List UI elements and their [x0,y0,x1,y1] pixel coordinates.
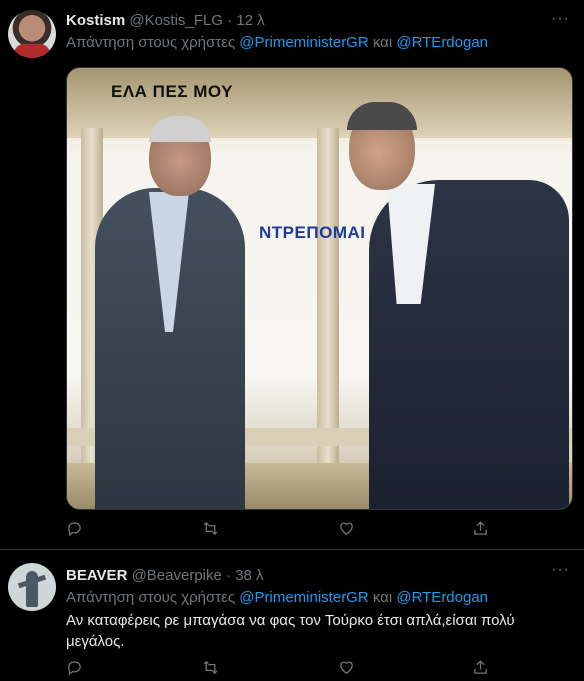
retweet-icon[interactable] [202,520,222,540]
author-handle[interactable]: @Kostis_FLG [129,12,223,29]
mention-link[interactable]: @RTErdogan [396,34,488,51]
tweet-text: Αν καταφέρεις ρε μπαγάσα να φας τον Τούρ… [66,612,515,650]
more-options-icon[interactable]: ··· [551,561,570,579]
image-window-frame [317,128,339,509]
more-options-icon[interactable]: ··· [551,10,570,28]
separator-dot: · [226,567,232,584]
author-handle[interactable]: @Beaverpike [132,567,222,584]
mention-link[interactable]: @RTErdogan [396,589,488,606]
reply-prefix: Απάντηση στους χρήστες [66,589,236,606]
mention-link[interactable]: @PrimeministerGR [239,589,368,606]
tweet-time[interactable]: 12 λ [236,12,264,29]
image-caption-top: ΕΛΑ ΠΕΣ ΜΟΥ [111,82,233,101]
author-name[interactable]: BEAVER [66,567,127,584]
reply-icon[interactable] [66,659,86,679]
reply-icon[interactable] [66,520,86,540]
tweet-image[interactable]: ΕΛΑ ΠΕΣ ΜΟΥ ΝΤΡΕΠΟΜΑΙ [66,67,573,510]
tweet-actions [66,659,496,679]
reply-prefix: Απάντηση στους χρήστες [66,34,236,51]
separator-dot: · [227,12,233,29]
like-icon[interactable] [338,520,358,540]
like-icon[interactable] [338,659,358,679]
reply-context: Απάντηση στους χρήστες @PrimeministerGR … [66,589,488,606]
tweet-2[interactable]: BEAVER @Beaverpike · 38 λ ··· Απάντηση σ… [0,551,584,676]
tweet-time[interactable]: 38 λ [235,567,263,584]
image-caption-middle: ΝΤΡΕΠΟΜΑΙ [259,223,366,242]
tweet-1[interactable]: Kostism @Kostis_FLG · 12 λ ··· Απάντηση … [0,0,584,550]
reply-and: και [372,34,393,51]
share-icon[interactable] [472,520,492,540]
retweet-icon[interactable] [202,659,222,679]
tweet-actions [66,520,496,540]
share-icon[interactable] [472,659,492,679]
reply-and: και [372,589,393,606]
tweet-divider [0,549,584,550]
reply-context: Απάντηση στους χρήστες @PrimeministerGR … [66,34,488,51]
avatar-kostism[interactable] [8,10,56,58]
tweet-header: BEAVER @Beaverpike · 38 λ [66,567,264,584]
tweet-header: Kostism @Kostis_FLG · 12 λ [66,12,265,29]
author-name[interactable]: Kostism [66,12,125,29]
avatar-beaver[interactable] [8,563,56,611]
mention-link[interactable]: @PrimeministerGR [239,34,368,51]
